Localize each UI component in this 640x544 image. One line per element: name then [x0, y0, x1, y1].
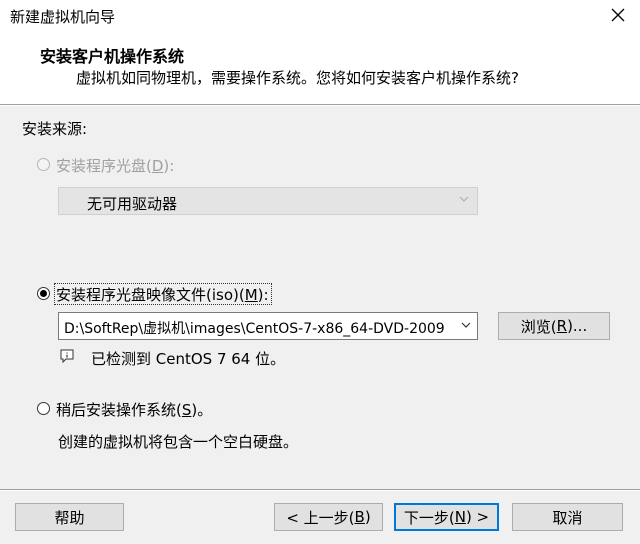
wizard-header: 安装客户机操作系统 虚拟机如同物理机，需要操作系统。您将如何安装客户机操作系统? — [0, 30, 640, 104]
install-disc-label-suffix: ): — [163, 157, 175, 175]
next-button[interactable]: 下一步(N) > — [394, 503, 499, 531]
install-later-label-text: 稍后安装操作系统( — [56, 401, 182, 419]
drive-select[interactable]: 无可用驱动器 — [58, 187, 478, 215]
help-button[interactable]: 帮助 — [15, 503, 124, 531]
footer-divider-highlight — [0, 490, 640, 491]
radio-install-later[interactable] — [37, 402, 50, 415]
drive-select-value: 无可用驱动器 — [87, 195, 178, 213]
new-vm-wizard-window: 新建虚拟机向导 安装客户机操作系统 虚拟机如同物理机，需要操作系统。您将如何安装… — [0, 0, 640, 544]
back-button-text: < 上一步( — [286, 508, 355, 527]
install-later-description: 创建的虚拟机将包含一个空白硬盘。 — [58, 433, 299, 451]
install-later-label: 稍后安装操作系统(S)。 — [56, 399, 212, 420]
install-source-label: 安装来源: — [22, 120, 88, 138]
back-button-accesskey: B — [354, 508, 365, 526]
window-title: 新建虚拟机向导 — [10, 8, 116, 26]
browse-button-text: 浏览( — [520, 317, 557, 336]
iso-path-value[interactable]: D:\SoftRep\虚拟机\images\CentOS-7-x86_64-DV… — [64, 318, 452, 338]
title-bar: 新建虚拟机向导 — [0, 0, 640, 30]
radio-install-iso[interactable] — [37, 287, 50, 300]
close-icon — [611, 8, 625, 22]
install-later-label-accesskey: S — [181, 401, 192, 419]
next-button-text: 下一步( — [403, 508, 455, 527]
install-later-label-suffix: )。 — [191, 401, 213, 419]
next-button-accesskey: N — [454, 508, 466, 526]
header-divider-highlight — [0, 105, 640, 106]
browse-button-suffix: )... — [567, 317, 588, 335]
detected-os-text: 已检测到 CentOS 7 64 位。 — [91, 350, 286, 368]
install-iso-label: 安装程序光盘映像文件(iso)(M): — [56, 284, 269, 305]
next-button-suffix: ) > — [465, 508, 490, 526]
iso-path-combobox[interactable]: D:\SoftRep\虚拟机\images\CentOS-7-x86_64-DV… — [58, 312, 478, 340]
radio-install-disc[interactable] — [37, 158, 50, 171]
close-button[interactable] — [596, 0, 640, 30]
page-title: 安装客户机操作系统 — [40, 47, 185, 66]
back-button[interactable]: < 上一步(B) — [274, 503, 383, 531]
chevron-down-icon[interactable] — [461, 320, 471, 330]
cancel-button[interactable]: 取消 — [512, 503, 623, 531]
page-subtitle: 虚拟机如同物理机，需要操作系统。您将如何安装客户机操作系统? — [76, 69, 519, 87]
install-iso-label-text: 安装程序光盘映像文件(iso)( — [56, 286, 245, 304]
browse-button[interactable]: 浏览(R)... — [498, 312, 610, 340]
install-iso-label-suffix: ): — [257, 286, 269, 304]
install-disc-label-accesskey: D — [151, 157, 164, 175]
install-disc-label: 安装程序光盘(D): — [56, 155, 174, 176]
chevron-down-icon — [459, 196, 469, 202]
install-disc-label-text: 安装程序光盘( — [56, 157, 152, 175]
browse-button-accesskey: R — [556, 317, 568, 335]
info-icon — [60, 349, 74, 363]
install-iso-label-accesskey: M — [244, 286, 258, 304]
back-button-suffix: ) — [364, 508, 371, 526]
